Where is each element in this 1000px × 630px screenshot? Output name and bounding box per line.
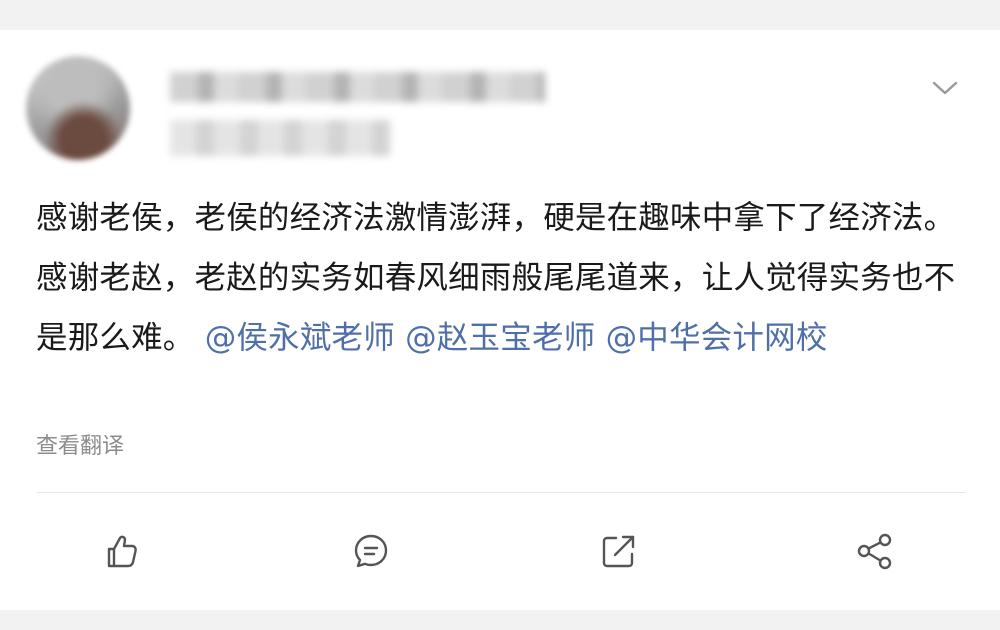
username-blurred[interactable]	[170, 72, 545, 102]
chevron-down-icon[interactable]	[930, 78, 960, 98]
divider	[36, 492, 966, 493]
comment-icon	[354, 534, 388, 568]
comment-button[interactable]	[348, 528, 394, 574]
mention-link[interactable]: @中华会计网校	[606, 320, 828, 356]
translate-link[interactable]: 查看翻译	[36, 428, 124, 460]
post-meta-blurred	[170, 120, 390, 156]
mention-link[interactable]: @侯永斌老师	[205, 320, 395, 356]
avatar[interactable]	[26, 56, 130, 160]
share-button[interactable]	[852, 528, 898, 574]
post-text: 感谢老侯，老侯的经济法激情澎湃，硬是在趣味中拿下了经济法。感谢老赵，老赵的实务如…	[36, 188, 971, 368]
mention-link[interactable]: @赵玉宝老师	[405, 320, 595, 356]
bottom-band	[0, 610, 1000, 630]
like-button[interactable]	[98, 528, 144, 574]
repost-icon	[602, 535, 635, 568]
thumbs-up-icon	[107, 535, 137, 568]
share-icon	[857, 533, 892, 570]
repost-button[interactable]	[596, 528, 642, 574]
